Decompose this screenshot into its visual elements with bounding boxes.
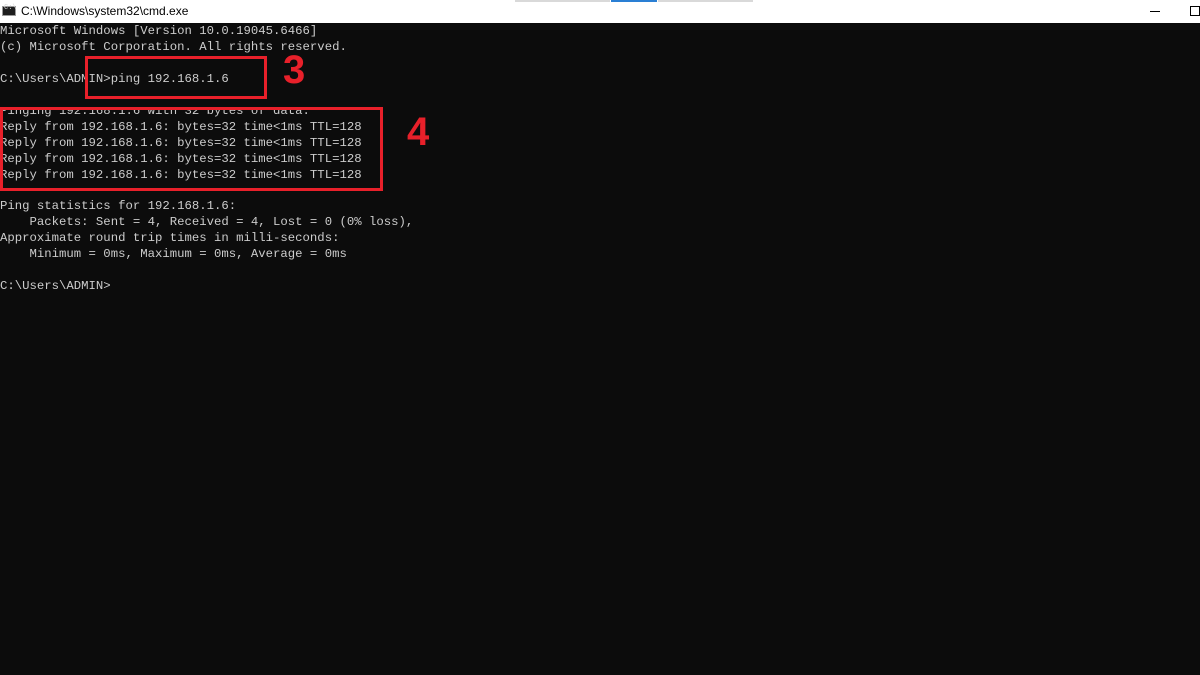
console-line: Minimum = 0ms, Maximum = 0ms, Average = … <box>0 247 347 261</box>
console-line: Approximate round trip times in milli-se… <box>0 231 340 245</box>
step-4-highlight-box <box>0 107 383 191</box>
taskbar-strip-active <box>611 0 657 2</box>
console-line: Ping statistics for 192.168.1.6: <box>0 199 237 213</box>
console-line: Packets: Sent = 4, Received = 4, Lost = … <box>0 215 414 229</box>
title-bar[interactable]: C:\ C:\Windows\system32\cmd.exe <box>0 0 1200 23</box>
console-line: Microsoft Windows [Version 10.0.19045.64… <box>0 24 318 38</box>
taskbar-strip-left <box>515 0 610 2</box>
maximize-button[interactable] <box>1177 0 1200 23</box>
prompt-line: C:\Users\ADMIN> <box>0 279 111 293</box>
step-3-highlight-box <box>85 56 267 99</box>
cmd-icon-glyph: C:\ <box>4 4 17 12</box>
cmd-icon: C:\ <box>2 4 17 16</box>
window-title: C:\Windows\system32\cmd.exe <box>21 4 189 18</box>
step-3-label: 3 <box>283 48 306 92</box>
taskbar-strip-right <box>658 0 753 2</box>
cmd-window: C:\ C:\Windows\system32\cmd.exe Microsof… <box>0 0 1200 675</box>
minimize-button[interactable] <box>1137 0 1177 23</box>
step-4-label: 4 <box>407 110 430 154</box>
